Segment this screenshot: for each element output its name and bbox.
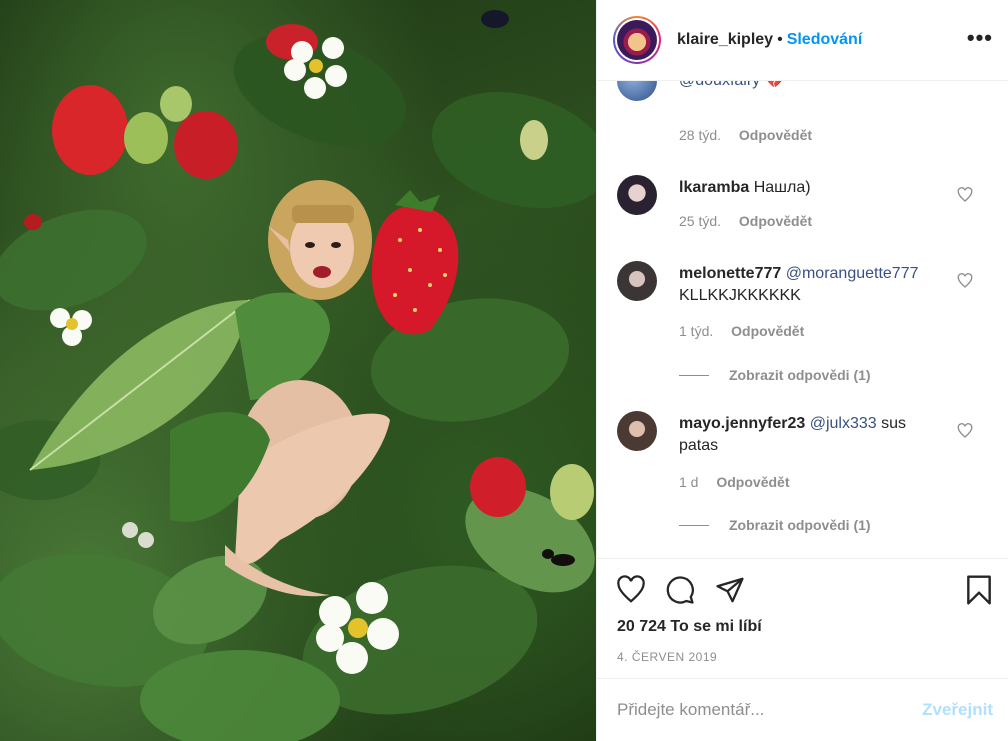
- view-replies-button[interactable]: Zobrazit odpovědi (1): [679, 517, 871, 533]
- comment-text: Нашла): [753, 179, 811, 196]
- comment-time[interactable]: 28 týd.: [679, 127, 721, 143]
- comment-username[interactable]: mayo.jennyfer23: [679, 415, 805, 432]
- comment-input[interactable]: [617, 700, 923, 720]
- reply-button[interactable]: Odpovědět: [739, 127, 812, 143]
- owner-avatar[interactable]: [613, 16, 661, 64]
- comment-text: KLLKKJKKKKKK: [679, 287, 801, 304]
- broken-heart-emoji: 💔: [764, 80, 785, 89]
- replies-divider-line: [679, 374, 709, 376]
- replies-divider-line: [679, 524, 709, 526]
- fairy-strawberry-illustration: [0, 10, 596, 741]
- owner-username[interactable]: klaire_kipley: [677, 31, 773, 49]
- comment-time[interactable]: 1 týd.: [679, 323, 713, 339]
- comment-mention[interactable]: @moranguette777: [786, 265, 919, 282]
- separator-dot: •: [777, 31, 783, 48]
- like-comment-heart-icon[interactable]: [957, 273, 973, 289]
- comment-time[interactable]: 25 týd.: [679, 213, 721, 229]
- like-comment-heart-icon[interactable]: [957, 80, 973, 82]
- like-comment-heart-icon[interactable]: [957, 187, 973, 203]
- post-actions: 20 724 To se mi líbí 4. ČERVEN 2019: [597, 558, 1008, 678]
- reply-button[interactable]: Odpovědět: [739, 213, 812, 229]
- follow-button[interactable]: Sledování: [787, 31, 863, 49]
- comment-username[interactable]: lkaramba: [679, 179, 749, 196]
- comment-icon[interactable]: [665, 575, 695, 605]
- add-comment-bar: Zveřejnit: [597, 678, 1008, 741]
- commenter-avatar[interactable]: [617, 81, 657, 101]
- comment-username[interactable]: melonette777: [679, 265, 781, 282]
- comments-list[interactable]: @douxfairy 💔 28 týd. Odpovědět lkaramba …: [597, 80, 1008, 558]
- view-replies-button[interactable]: Zobrazit odpovědi (1): [679, 367, 871, 383]
- commenter-avatar[interactable]: [617, 411, 657, 451]
- reply-button[interactable]: Odpovědět: [716, 474, 789, 490]
- like-comment-heart-icon[interactable]: [957, 423, 973, 439]
- post-comment-button[interactable]: Zveřejnit: [922, 700, 993, 720]
- post-header: klaire_kipley • Sledování •••: [597, 0, 1008, 80]
- comment-mention[interactable]: @julx333: [810, 415, 877, 432]
- owner-avatar-image: [617, 20, 657, 60]
- comment-mention[interactable]: @douxfairy: [679, 81, 760, 89]
- share-icon[interactable]: [715, 575, 745, 605]
- post-sidebar: klaire_kipley • Sledování ••• @douxfairy…: [596, 0, 1008, 741]
- more-options-icon[interactable]: •••: [967, 27, 993, 49]
- heart-icon[interactable]: [615, 575, 647, 605]
- bookmark-icon[interactable]: [965, 574, 993, 606]
- commenter-avatar[interactable]: [617, 175, 657, 215]
- likes-count[interactable]: 20 724 To se mi líbí: [617, 618, 762, 636]
- post-date[interactable]: 4. ČERVEN 2019: [617, 650, 717, 664]
- post-image[interactable]: [0, 0, 596, 741]
- reply-button[interactable]: Odpovědět: [731, 323, 804, 339]
- commenter-avatar[interactable]: [617, 261, 657, 301]
- comment-time[interactable]: 1 d: [679, 474, 698, 490]
